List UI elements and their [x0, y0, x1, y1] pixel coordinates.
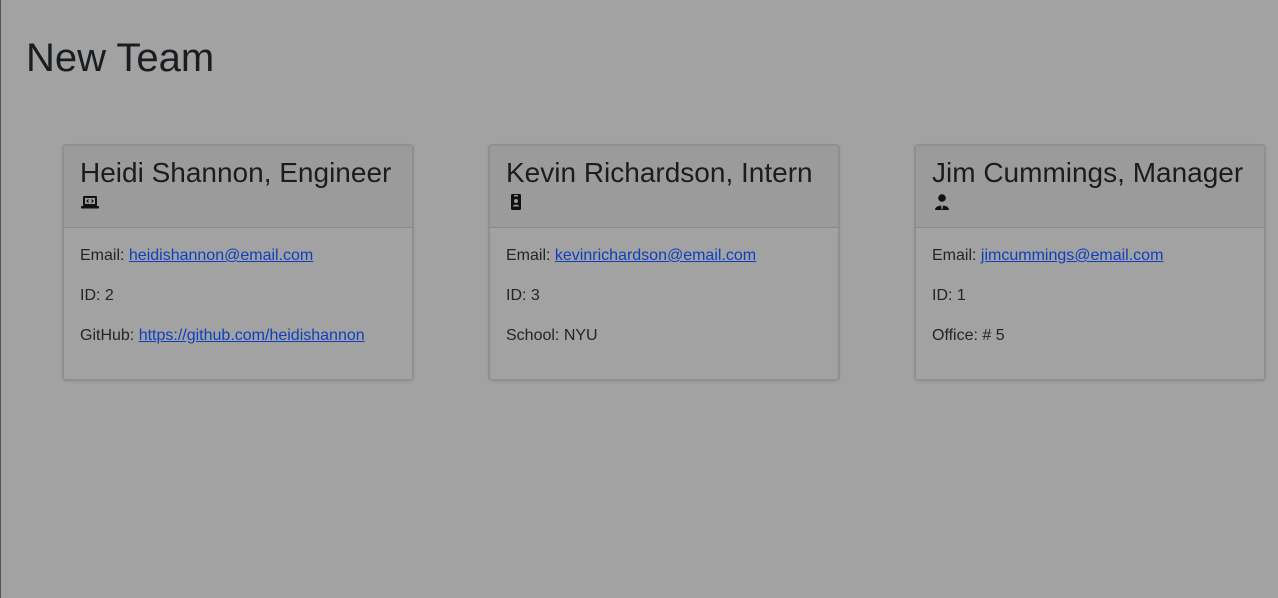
card-title: Kevin Richardson, Intern: [506, 157, 813, 188]
email-link[interactable]: jimcummings@email.com: [981, 247, 1164, 264]
email-field: Email: kevinrichardson@email.com: [506, 245, 822, 266]
email-label: Email:: [80, 247, 125, 264]
id-field: ID: 1: [932, 287, 966, 304]
email-link[interactable]: kevinrichardson@email.com: [555, 247, 756, 264]
laptop-code-icon: [80, 193, 100, 213]
card-body: Email: jimcummings@email.com ID: 1 Offic…: [916, 228, 1264, 346]
employee-card-intern: Kevin Richardson, Intern Email: kevinric…: [488, 144, 840, 381]
github-field: GitHub: https://github.com/heidishannon: [80, 325, 396, 346]
card-title: Heidi Shannon, Engineer: [80, 157, 392, 188]
id-field: ID: 3: [506, 287, 540, 304]
card-body: Email: heidishannon@email.com ID: 2 GitH…: [64, 228, 412, 346]
office-field: Office: # 5: [932, 327, 1005, 344]
email-label: Email:: [506, 247, 551, 264]
email-label: Email:: [932, 247, 977, 264]
page-title: New Team: [26, 36, 215, 80]
card-body: Email: kevinrichardson@email.com ID: 3 S…: [490, 228, 838, 346]
card-header: Heidi Shannon, Engineer: [64, 146, 412, 228]
github-label: GitHub:: [80, 327, 135, 344]
email-field: Email: heidishannon@email.com: [80, 245, 396, 266]
employee-card-engineer: Heidi Shannon, Engineer Email: heidishan…: [62, 144, 414, 381]
github-link[interactable]: https://github.com/heidishannon: [139, 327, 365, 344]
user-tie-icon: [932, 193, 952, 213]
email-field: Email: jimcummings@email.com: [932, 245, 1248, 266]
card-header: Jim Cummings, Manager: [916, 146, 1264, 228]
school-field: School: NYU: [506, 327, 598, 344]
email-link[interactable]: heidishannon@email.com: [129, 247, 313, 264]
card-header: Kevin Richardson, Intern: [490, 146, 838, 228]
card-title: Jim Cummings, Manager: [932, 157, 1244, 188]
employee-card-manager: Jim Cummings, Manager Email: jimcummings…: [914, 144, 1266, 381]
id-field: ID: 2: [80, 287, 114, 304]
id-badge-icon: [506, 193, 526, 213]
